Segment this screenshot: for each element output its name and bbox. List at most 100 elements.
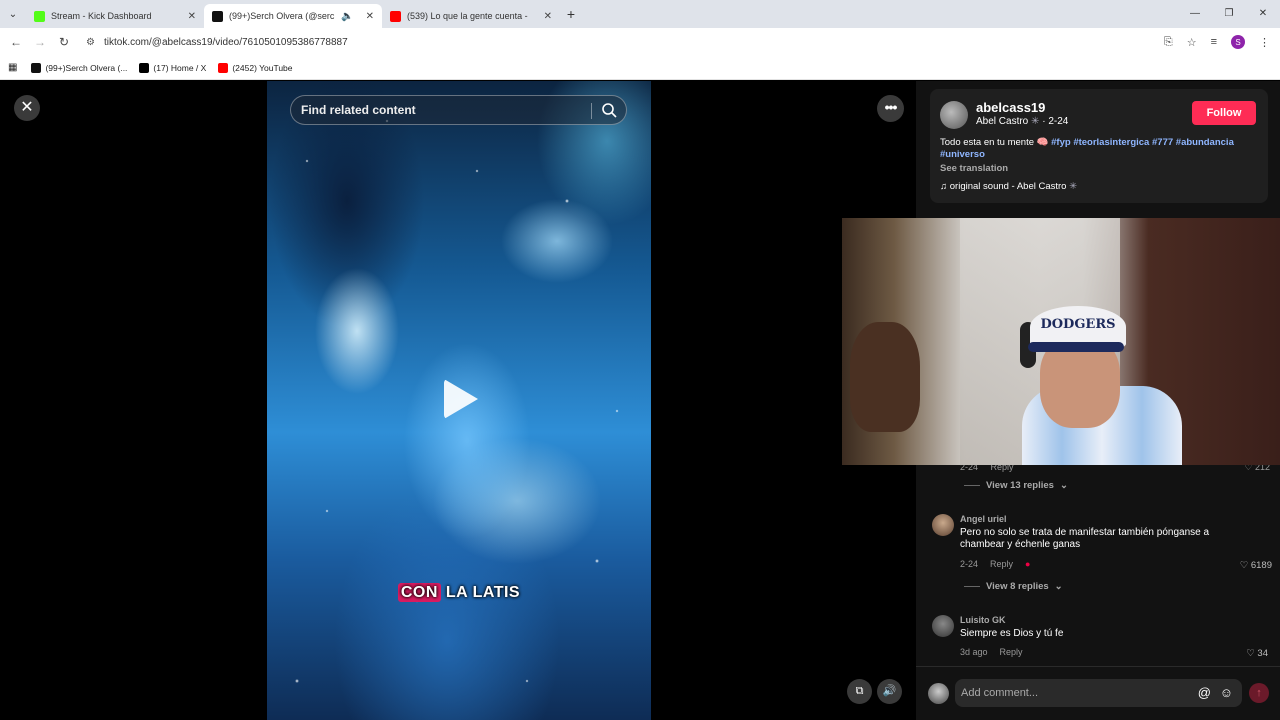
tab-youtube[interactable]: (539) Lo que la gente cuenta - ✕ [382, 4, 560, 28]
author-display-name: Abel Castro [976, 116, 1029, 127]
tab-kick-dashboard[interactable]: Stream - Kick Dashboard ✕ [26, 4, 204, 28]
bookmarks-bar: ▦ (99+)Serch Olvera (... (17) Home / X (… [0, 56, 1280, 80]
sound-link[interactable]: ♫ original sound - Abel Castro ✳ [940, 181, 1077, 192]
view-replies-label: View 8 replies [986, 581, 1049, 592]
reload-icon[interactable]: ↻ [52, 35, 76, 49]
browser-tab-bar: ⌄ Stream - Kick Dashboard ✕ (99+)Serch O… [0, 0, 1280, 28]
close-tab-icon[interactable]: ✕ [544, 11, 552, 22]
youtube-favicon-icon [218, 62, 229, 73]
search-divider [591, 103, 592, 119]
tiktok-favicon-icon [31, 62, 42, 73]
reply-link[interactable]: Reply [990, 559, 1013, 569]
comment-meta: 2-24 Reply ● [960, 559, 1030, 569]
commenter-name[interactable]: Luisito GK [960, 615, 1006, 625]
search-placeholder: Find related content [301, 103, 416, 117]
comment-composer: Add comment... @ ☺ ↑ [916, 666, 1280, 720]
close-tab-icon[interactable]: ✕ [366, 11, 374, 22]
comment-text: Pero no solo se trata de manifestar tamb… [960, 527, 1210, 550]
mention-icon[interactable]: @ [1198, 679, 1211, 707]
close-tab-icon[interactable]: ✕ [188, 11, 196, 22]
music-note-icon: ♫ [940, 181, 950, 192]
sparkle-icon: ✳ [1031, 116, 1043, 127]
post-description: Todo esta en tu mente 🧠 #fyp #teorlasint… [940, 137, 1258, 161]
video-caption: CON LA LATIS [267, 583, 651, 602]
bookmark-label: (2452) YouTube [232, 62, 293, 73]
install-app-icon[interactable]: ⎘ [1164, 36, 1173, 49]
bookmark-x[interactable]: (17) Home / X [139, 62, 207, 73]
heart-icon: ♡ [1246, 648, 1258, 659]
tab-search-chevron-icon[interactable]: ⌄ [0, 0, 26, 28]
view-replies-button[interactable]: View 8 replies ⌄ [964, 581, 1063, 592]
add-comment-placeholder: Add comment... [961, 687, 1039, 699]
heart-icon: ♡ [1239, 560, 1251, 571]
add-comment-input[interactable]: Add comment... @ ☺ [955, 679, 1242, 707]
caption-highlight: CON [397, 583, 441, 602]
divider-line [964, 586, 980, 587]
picture-in-picture-icon[interactable]: ⧉ [847, 679, 872, 704]
volume-icon[interactable]: 🔊 [877, 679, 902, 704]
webcam-cap-brim [1028, 342, 1124, 352]
bookmark-youtube[interactable]: (2452) YouTube [218, 62, 293, 73]
chevron-down-icon: ⌄ [1054, 581, 1063, 592]
url-bar[interactable]: ⚙ tiktok.com/@abelcass19/video/761050109… [80, 31, 1180, 53]
x-favicon-icon [139, 62, 150, 73]
tab-tiktok[interactable]: (99+)Serch Olvera (@serch 🔈 ✕ [204, 4, 382, 28]
hashtag[interactable]: #777 [1152, 137, 1173, 148]
kick-favicon-icon [34, 10, 45, 22]
site-info-icon[interactable]: ⚙ [86, 37, 95, 48]
minimize-icon[interactable]: — [1178, 0, 1212, 28]
comment-likes[interactable]: ♡ 34 [1246, 648, 1268, 659]
video-player[interactable]: Find related content CON LA LATIS [267, 81, 651, 720]
tab-title: Stream - Kick Dashboard [51, 11, 152, 21]
description-text: Todo esta en tu mente 🧠 [940, 137, 1049, 148]
back-arrow-icon[interactable]: ← [4, 35, 28, 49]
profile-avatar[interactable]: S [1231, 35, 1245, 49]
bookmark-tiktok[interactable]: (99+)Serch Olvera (... [31, 62, 128, 73]
webcam-overlay: DODGERS [842, 218, 1280, 465]
forward-arrow-icon[interactable]: → [28, 35, 52, 49]
tiktok-video-page: ✕ Find related content CON LA LATIS ••• … [0, 81, 1280, 720]
play-icon[interactable] [444, 379, 478, 419]
chevron-down-icon: ⌄ [1059, 480, 1068, 491]
close-window-icon[interactable]: ✕ [1246, 0, 1280, 28]
view-replies-label: View 13 replies [986, 480, 1054, 491]
webcam-teddy-bear [850, 322, 920, 432]
restore-icon[interactable]: ❐ [1212, 0, 1246, 28]
comment-likes[interactable]: ♡ 6189 [1240, 560, 1272, 571]
send-arrow-icon[interactable]: ↑ [1249, 683, 1269, 703]
close-video-button[interactable]: ✕ [14, 95, 40, 121]
bookmark-label: (17) Home / X [153, 62, 207, 73]
find-related-search-input[interactable]: Find related content [290, 95, 627, 125]
comment-meta: 3d ago Reply [960, 647, 1023, 657]
toolbar-right: ⎘ ☆ ≡ S ⋮ [1164, 28, 1270, 56]
like-count: 6189 [1250, 560, 1272, 571]
hashtag[interactable]: #teorlasintergica [1073, 137, 1149, 148]
reply-link[interactable]: Reply [1000, 647, 1023, 657]
browser-toolbar: ← → ↻ ⚙ tiktok.com/@abelcass19/video/761… [0, 28, 1280, 56]
speaker-icon[interactable]: 🔈 [341, 11, 353, 22]
post-info-card: abelcass19 Abel Castro ✳ · 2-24 Follow T… [930, 89, 1268, 203]
author-avatar[interactable] [940, 101, 968, 129]
view-replies-button[interactable]: View 13 replies ⌄ [964, 480, 1068, 491]
creator-liked-icon: ● [1025, 559, 1031, 569]
hashtag[interactable]: #universo [940, 149, 985, 160]
commenter-name[interactable]: Angel uriel [960, 514, 1007, 524]
commenter-avatar[interactable] [932, 514, 954, 536]
author-username[interactable]: abelcass19 [976, 100, 1045, 115]
see-translation-link[interactable]: See translation [940, 163, 1008, 174]
hashtag[interactable]: #abundancia [1176, 137, 1234, 148]
browser-menu-icon[interactable]: ⋮ [1259, 36, 1270, 49]
search-icon[interactable] [601, 102, 617, 118]
commenter-avatar[interactable] [932, 615, 954, 637]
apps-grid-icon[interactable]: ▦ [8, 62, 17, 73]
media-controls-icon[interactable]: ≡ [1211, 36, 1217, 48]
emoji-icon[interactable]: ☺ [1220, 679, 1233, 707]
bookmark-label: (99+)Serch Olvera (... [45, 62, 128, 73]
comment-item: Luisito GK Siempre es Dios y tú fe 3d ag… [932, 615, 1272, 663]
bookmark-star-icon[interactable]: ☆ [1187, 36, 1197, 49]
more-options-icon[interactable]: ••• [877, 95, 904, 122]
hashtag[interactable]: #fyp [1051, 137, 1071, 148]
new-tab-plus-icon[interactable]: + [560, 6, 582, 22]
follow-button[interactable]: Follow [1192, 101, 1256, 125]
sound-title: original sound - Abel Castro [949, 181, 1067, 192]
